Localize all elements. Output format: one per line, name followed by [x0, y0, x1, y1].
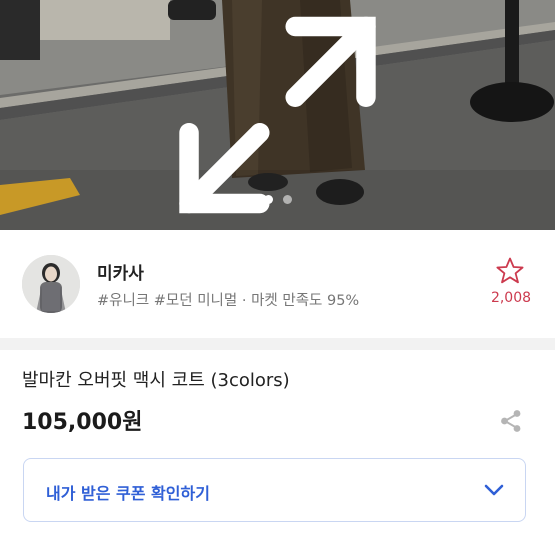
product-title: 발마칸 오버핏 맥시 코트 (3colors): [22, 370, 290, 391]
chevron-down-icon: [484, 484, 504, 496]
favorite-count: 2,008: [490, 290, 532, 306]
coupon-button[interactable]: 내가 받은 쿠폰 확인하기: [23, 458, 526, 522]
seller-tags-satisfaction: #유니크 #모던 미니멀 · 마켓 만족도 95%: [97, 293, 360, 309]
star-icon[interactable]: [495, 256, 525, 286]
product-photo[interactable]: [0, 0, 555, 230]
share-icon[interactable]: [498, 408, 524, 434]
product-price: 105,000원: [22, 410, 143, 435]
seller-avatar[interactable]: [22, 255, 80, 313]
section-divider: [0, 338, 555, 350]
expand-icon[interactable]: [0, 0, 555, 230]
seller-name[interactable]: 미카사: [97, 259, 144, 284]
coupon-label: 내가 받은 쿠폰 확인하기: [46, 484, 210, 503]
seller-info[interactable]: 미카사 #유니크 #모던 미니멀 · 마켓 만족도 95% 2,008: [0, 230, 555, 338]
